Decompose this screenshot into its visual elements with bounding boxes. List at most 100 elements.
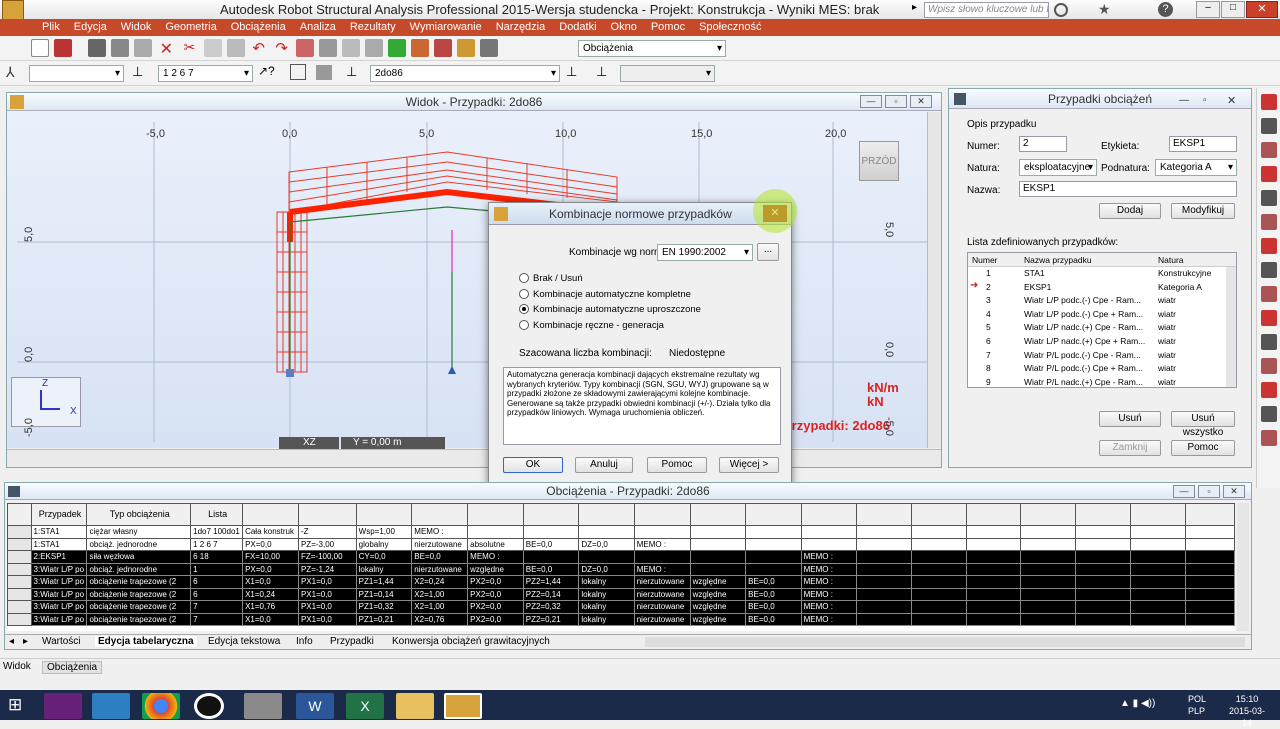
table-cell[interactable] <box>578 550 635 564</box>
combination-option[interactable]: Brak / Usuń <box>519 273 583 284</box>
table-cell[interactable] <box>1184 525 1235 539</box>
table-cell[interactable]: X1=0,0 <box>242 612 299 626</box>
column-header[interactable] <box>1130 503 1186 526</box>
load-icon[interactable] <box>411 39 430 57</box>
radio-icon[interactable] <box>519 273 529 284</box>
release-icon[interactable] <box>1261 238 1277 254</box>
menu-item-3[interactable]: Geometria <box>165 19 216 36</box>
case-row[interactable]: 5 Wiatr L/P nadc.(+) Cpe - Ram... wiatr <box>968 321 1236 335</box>
table-cell[interactable]: PZ1=0,21 <box>355 612 413 626</box>
view-vertical-scrollbar[interactable] <box>927 112 941 448</box>
table-cell[interactable] <box>633 525 691 539</box>
tab-0[interactable]: Wartości <box>39 636 84 647</box>
table-cell[interactable]: BE=0,0 <box>745 575 802 589</box>
table-cell[interactable]: siła węzłowa <box>86 550 192 564</box>
load-mode-icon[interactable]: ⊥ <box>596 64 607 80</box>
column-header[interactable] <box>1020 503 1077 526</box>
table-cell[interactable] <box>856 562 912 576</box>
table-cell[interactable]: X1=0,0 <box>242 575 299 589</box>
menu-item-12[interactable]: Społeczność <box>699 19 761 36</box>
table-icon[interactable] <box>1261 406 1277 422</box>
table-cell[interactable]: PZ2=0,21 <box>522 612 580 626</box>
tab-scroll-right[interactable]: ▸ <box>23 636 28 647</box>
table-cell[interactable] <box>1075 600 1132 614</box>
column-header[interactable]: Przypadek <box>30 503 88 526</box>
table-cell[interactable] <box>910 537 967 551</box>
table-cell[interactable]: MEMO : <box>467 550 524 564</box>
table-cell[interactable] <box>1075 612 1132 626</box>
table-vertical-scrollbar[interactable] <box>1237 503 1249 631</box>
table-cell[interactable]: Cała konstruk <box>242 525 299 539</box>
maximize-button[interactable]: □ <box>1221 1 1245 18</box>
table-cell[interactable] <box>1130 525 1186 539</box>
table-cell[interactable] <box>856 537 912 551</box>
table-cell[interactable]: MEMO : <box>800 575 858 589</box>
table-cell[interactable] <box>1130 537 1186 551</box>
table-cell[interactable] <box>1184 600 1235 614</box>
table-cell[interactable] <box>856 587 912 601</box>
tools-icon[interactable] <box>434 39 453 57</box>
menu-item-9[interactable]: Dodatki <box>559 19 596 36</box>
table-cell[interactable] <box>965 550 1022 564</box>
menu-item-8[interactable]: Narzędzia <box>496 19 546 36</box>
table-cell[interactable] <box>1130 600 1186 614</box>
case-row[interactable]: 1 STA1 Konstrukcyjne <box>968 267 1236 281</box>
row-selector[interactable] <box>7 600 32 614</box>
table-cell[interactable] <box>1184 612 1235 626</box>
case-icon[interactable]: ⊥ <box>346 64 357 80</box>
table-cell[interactable]: MEMO : <box>411 525 469 539</box>
structure-icon[interactable] <box>388 39 406 57</box>
cases-col-header[interactable]: Nazwa przypadku <box>1024 255 1092 265</box>
bar-select-icon[interactable]: ⊥ <box>132 64 143 80</box>
record-icon[interactable] <box>194 693 224 719</box>
table-cell[interactable] <box>633 550 691 564</box>
table-cell[interactable]: PX2=0,0 <box>467 600 524 614</box>
table-cell[interactable]: CY=0,0 <box>355 550 413 564</box>
table-cell[interactable]: względne <box>467 562 524 576</box>
table-cell[interactable]: względne <box>689 587 747 601</box>
table-cell[interactable]: BE=0,0 <box>522 537 580 551</box>
node-icon[interactable] <box>1261 382 1277 398</box>
table-cell[interactable]: PZ1=0,32 <box>355 600 413 614</box>
menu-item-10[interactable]: Okno <box>611 19 637 36</box>
table-cell[interactable]: 1 <box>190 562 244 576</box>
table-cell[interactable]: lokalny <box>578 612 635 626</box>
table-cell[interactable]: PX2=0,0 <box>467 612 524 626</box>
table-cell[interactable] <box>856 575 912 589</box>
chrome-icon[interactable] <box>142 693 180 719</box>
table-cell[interactable] <box>910 587 967 601</box>
tab-scroll-left[interactable]: ◂ <box>9 636 14 647</box>
loads-table[interactable]: Przypadek Typ obciążenia Lista 1:STA1 ciężar… <box>7 503 1235 626</box>
table-cell[interactable]: 3:Wiatr L/P po <box>30 562 88 576</box>
tab-3[interactable]: Info <box>293 636 316 647</box>
table-cell[interactable]: MEMO : <box>633 562 691 576</box>
support-icon[interactable] <box>1261 214 1277 230</box>
table-cell[interactable]: BE=0,0 <box>745 612 802 626</box>
frame-icon[interactable] <box>1261 94 1277 110</box>
table-cell[interactable]: lokalny <box>578 575 635 589</box>
table-cell[interactable]: MEMO : <box>800 587 858 601</box>
table-cell[interactable] <box>1184 537 1235 551</box>
case-row[interactable]: 9 Wiatr P/L nadc.(+) Cpe - Ram... wiatr <box>968 376 1236 387</box>
selection-icon[interactable]: ↗? <box>258 64 275 78</box>
table-cell[interactable]: PZ1=0,14 <box>355 587 413 601</box>
row-selector[interactable] <box>7 550 32 564</box>
row-selector[interactable] <box>7 525 32 539</box>
table-cell[interactable]: nierzutowane <box>633 575 691 589</box>
table-cell[interactable]: BE=0,0 <box>411 550 469 564</box>
table-minimize-button[interactable]: — <box>1173 485 1195 498</box>
tab-1[interactable]: Edycja tabelaryczna <box>95 636 197 647</box>
table-cell[interactable]: 7 <box>190 600 244 614</box>
axes-icon[interactable]: ⅄ <box>6 64 15 81</box>
new-file-icon[interactable] <box>31 39 49 57</box>
windows-start-icon[interactable]: ⊞ <box>8 696 26 714</box>
natura-select[interactable]: eksploatacyjne <box>1019 159 1097 176</box>
help-button[interactable]: Pomoc <box>647 457 707 473</box>
tab-5[interactable]: Konwersja obciążeń grawitacyjnych <box>389 636 553 647</box>
table-cell[interactable] <box>1130 562 1186 576</box>
table-cell[interactable] <box>1075 525 1132 539</box>
table-cell[interactable]: PZ2=0,32 <box>522 600 580 614</box>
table-cell[interactable]: absolutne <box>467 537 524 551</box>
paste-icon[interactable] <box>226 39 245 57</box>
cases-col-header[interactable]: Natura <box>1158 255 1184 265</box>
